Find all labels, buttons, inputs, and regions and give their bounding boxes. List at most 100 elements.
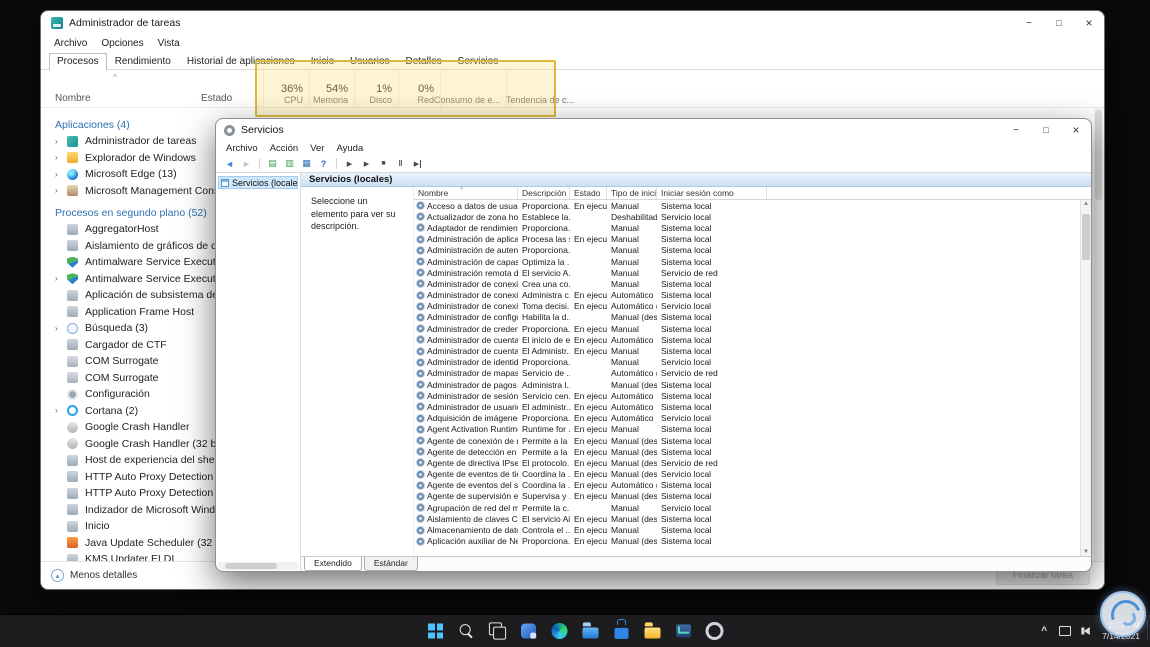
service-row[interactable]: Agent Activation Runtime_... Runtime for… <box>414 424 1091 435</box>
stop-service-icon[interactable] <box>376 157 391 170</box>
service-row[interactable]: Agente de detección en seg... Permite a … <box>414 446 1091 457</box>
toolbar-separator[interactable] <box>259 158 260 169</box>
svc-menu-item[interactable]: Acción <box>264 143 305 154</box>
service-row[interactable]: Agente de directiva IPsec El protocolo..… <box>414 457 1091 468</box>
expand-chevron-icon[interactable]: › <box>55 153 67 162</box>
hscrollbar-thumb[interactable] <box>225 563 277 569</box>
back-icon[interactable] <box>222 157 237 170</box>
service-row[interactable]: Aislamiento de claves CNG El servicio Ai… <box>414 513 1091 524</box>
svc-menu-item[interactable]: Archivo <box>220 143 264 154</box>
view-tab[interactable]: Extendido <box>304 557 362 571</box>
service-row[interactable]: Adquisición de imágenes d... Proporciona… <box>414 413 1091 424</box>
tree-item-services-local[interactable]: Servicios (locales) <box>218 176 298 189</box>
service-row[interactable]: Administración de autentic... Proporcion… <box>414 245 1091 256</box>
expand-chevron-icon[interactable]: › <box>55 186 67 195</box>
service-row[interactable]: Almacenamiento de datos ... Controla el … <box>414 524 1091 535</box>
service-row[interactable]: Administrador de credencia... Proporcion… <box>414 323 1091 334</box>
service-row[interactable]: Administrador de cuentas ... El Administ… <box>414 345 1091 356</box>
service-row[interactable]: Administrador de cuentas d... El inicio … <box>414 334 1091 345</box>
minimize-button[interactable] <box>1014 11 1044 35</box>
service-row[interactable]: Administrador de sesión local Servicio c… <box>414 390 1091 401</box>
forward-icon[interactable] <box>239 157 254 170</box>
service-row[interactable]: Agrupación de red del mis... Permite la … <box>414 502 1091 513</box>
service-column-header[interactable]: Descripción <box>518 187 570 199</box>
service-row[interactable]: Administrador de configura... Habilita l… <box>414 312 1091 323</box>
volume-icon[interactable] <box>1079 624 1093 638</box>
service-row[interactable]: Administrador de conexion... Administra … <box>414 290 1091 301</box>
service-row[interactable]: Administrador de mapas de... Servicio de… <box>414 368 1091 379</box>
start-button[interactable] <box>423 618 449 644</box>
service-column-header[interactable]: Iniciar sesión como <box>657 187 767 199</box>
task-manager-button[interactable] <box>671 618 697 644</box>
tm-tab[interactable]: Rendimiento <box>107 53 179 70</box>
network-icon[interactable] <box>1058 624 1072 638</box>
resume-service-icon[interactable] <box>359 157 374 170</box>
tm-menu-item[interactable]: Vista <box>151 38 187 49</box>
service-row[interactable]: Administración de capas de... Optimiza l… <box>414 256 1091 267</box>
service-row[interactable]: Acceso a datos de usuarios... Proporcion… <box>414 200 1091 211</box>
vscrollbar-thumb[interactable] <box>1082 214 1090 260</box>
task-view-button[interactable] <box>485 618 511 644</box>
service-row[interactable]: Aplicación auxiliar de NetBI... Proporci… <box>414 536 1091 547</box>
scroll-down-arrow-icon[interactable]: ▼ <box>1083 549 1089 555</box>
service-row[interactable]: Agente de eventos de tiempo Coordina la … <box>414 469 1091 480</box>
service-column-header[interactable]: Nombre <box>414 187 518 199</box>
service-row[interactable]: Actualizador de zona horari... Establece… <box>414 211 1091 222</box>
svc-menu-item[interactable]: Ayuda <box>330 143 369 154</box>
edge-button[interactable] <box>547 618 573 644</box>
expand-chevron-icon[interactable]: › <box>55 137 67 146</box>
expand-chevron-icon[interactable]: › <box>55 406 67 415</box>
service-row[interactable]: Administración de aplicacio... Procesa l… <box>414 234 1091 245</box>
service-row[interactable]: Administrador de conexión... Crea una co… <box>414 278 1091 289</box>
toolbar-separator[interactable] <box>336 158 337 169</box>
maximize-button[interactable] <box>1044 11 1074 35</box>
task-manager-titlebar[interactable]: Administrador de tareas <box>41 11 1104 35</box>
services-titlebar[interactable]: Servicios <box>216 119 1091 141</box>
service-row[interactable]: Agente de conexión de red Permite a la .… <box>414 435 1091 446</box>
export-list-icon[interactable] <box>265 157 280 170</box>
tm-vertical-scrollbar[interactable] <box>1094 108 1103 561</box>
svc-menu-item[interactable]: Ver <box>304 143 330 154</box>
file-explorer-button[interactable] <box>578 618 604 644</box>
store-button[interactable] <box>609 618 635 644</box>
widgets-button[interactable] <box>516 618 542 644</box>
start-service-icon[interactable] <box>342 157 357 170</box>
tm-menu-item[interactable]: Archivo <box>47 38 94 49</box>
view-tab[interactable]: Estándar <box>363 557 418 571</box>
tm-scrollbar-thumb[interactable] <box>1095 110 1102 200</box>
service-row[interactable]: Administrador de pagos y ... Administra … <box>414 379 1091 390</box>
expand-chevron-icon[interactable]: › <box>55 274 67 283</box>
services-console-button[interactable] <box>702 618 728 644</box>
console-tree-icon[interactable] <box>282 157 297 170</box>
pause-service-icon[interactable] <box>393 157 408 170</box>
tree-horizontal-scrollbar[interactable] <box>217 562 299 570</box>
service-row[interactable]: Administrador de usuarios El administr..… <box>414 401 1091 412</box>
close-button[interactable] <box>1061 119 1091 141</box>
expand-chevron-icon[interactable]: › <box>55 324 67 333</box>
service-column-header[interactable]: Estado <box>570 187 607 199</box>
folder-button[interactable] <box>640 618 666 644</box>
tray-chevron-up-icon[interactable] <box>1037 624 1051 638</box>
close-button[interactable] <box>1074 11 1104 35</box>
less-details-button[interactable]: Menos detalles <box>70 570 137 581</box>
restart-service-icon[interactable] <box>410 157 425 170</box>
column-header-name[interactable]: ^ Nombre <box>41 70 191 107</box>
scroll-up-arrow-icon[interactable]: ▲ <box>1083 201 1089 207</box>
service-row[interactable]: Administración remota de ... El servicio… <box>414 267 1091 278</box>
service-row[interactable]: Administrador de identidad... Proporcion… <box>414 357 1091 368</box>
service-row[interactable]: Administrador de conexion... Toma decisi… <box>414 301 1091 312</box>
service-row[interactable]: Agente de eventos del siste... Coordina … <box>414 480 1091 491</box>
tm-menu-item[interactable]: Opciones <box>94 38 150 49</box>
services-vertical-scrollbar[interactable]: ▲ ▼ <box>1080 200 1091 556</box>
expand-chevron-icon[interactable]: › <box>55 170 67 179</box>
properties-icon[interactable] <box>299 157 314 170</box>
help-icon[interactable] <box>316 157 331 170</box>
service-column-header[interactable]: Tipo de inicio <box>607 187 657 199</box>
tm-tab[interactable]: Procesos <box>49 53 107 70</box>
search-button[interactable] <box>454 618 480 644</box>
service-row[interactable]: Adaptador de rendimiento ... Proporciona… <box>414 222 1091 233</box>
maximize-button[interactable] <box>1031 119 1061 141</box>
service-row[interactable]: Agente de supervisión en ti... Supervisa… <box>414 491 1091 502</box>
column-header-status[interactable]: Estado <box>191 70 263 107</box>
minimize-button[interactable] <box>1001 119 1031 141</box>
